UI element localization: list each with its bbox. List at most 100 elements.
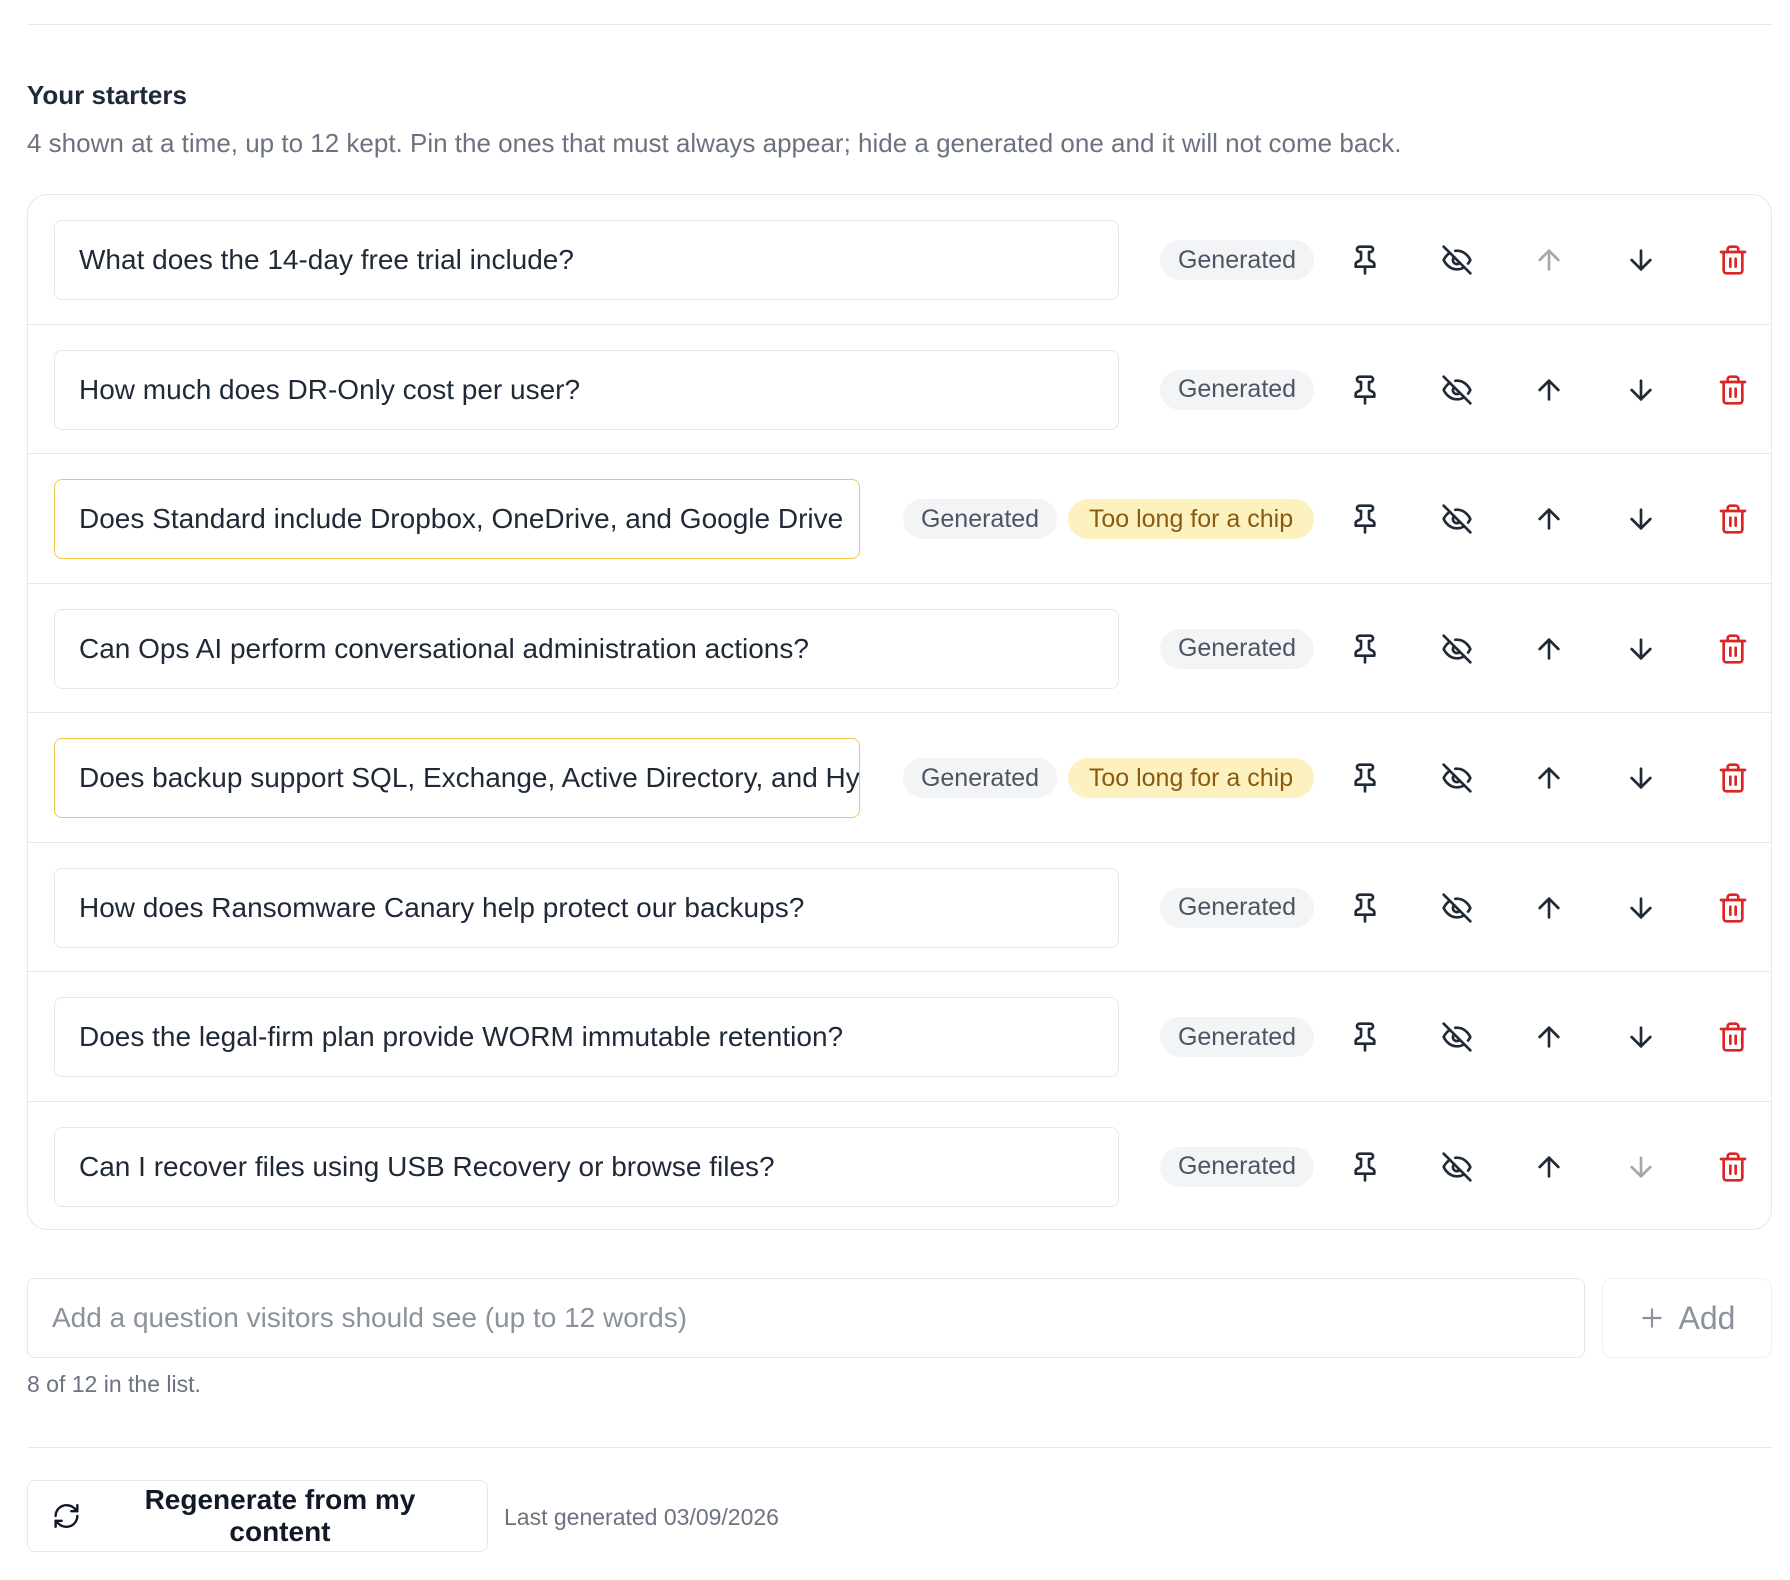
move-up-button[interactable] [1529,758,1569,798]
hide-button[interactable] [1437,758,1477,798]
hide-button[interactable] [1437,1017,1477,1057]
eye-off-icon [1442,374,1472,405]
refresh-icon [54,1503,79,1529]
generated-badge: Generated [1160,628,1314,669]
arrow-up-icon [1538,1155,1560,1178]
delete-button[interactable] [1713,888,1753,928]
move-down-button[interactable] [1621,370,1661,410]
starter-question-input[interactable]: How does Ransomware Canary help protect … [54,867,1119,948]
regenerate-label: Regenerate from my content [144,1484,416,1547]
pin-button[interactable] [1345,240,1385,280]
eye-off-icon [1442,763,1472,793]
move-up-button[interactable] [1529,499,1569,539]
starter-row: Can Ops AI perform conversational admini… [28,584,1771,713]
pin-icon [1354,1022,1376,1052]
move-up-button[interactable] [1529,629,1569,669]
move-up-button[interactable] [1529,370,1569,410]
arrow-down-icon [1630,378,1652,401]
move-down-button[interactable] [1621,629,1661,669]
move-down-button[interactable] [1621,888,1661,928]
last-generated-text: Last generated 03/09/2026 [504,1504,779,1530]
starter-list: What does the 14-day free trial include?… [27,194,1772,1230]
move-down-button[interactable] [1621,499,1661,539]
starter-question-input[interactable]: What does the 14-day free trial include? [54,220,1119,300]
too-long-warning-badge: Too long for a chip [1068,758,1314,798]
add-button-label: Add [1678,1299,1736,1336]
delete-button[interactable] [1713,629,1753,669]
starter-question-input[interactable]: Can Ops AI perform conversational admini… [54,608,1119,689]
delete-button[interactable] [1713,1017,1753,1057]
add-button[interactable]: Add [1602,1278,1772,1358]
starter-question-input[interactable]: Does the legal-firm plan provide WORM im… [54,997,1119,1077]
trash-icon [1719,374,1747,405]
move-up-button[interactable] [1529,888,1569,928]
pin-icon [1354,892,1376,923]
move-down-button[interactable] [1621,758,1661,798]
pin-icon [1354,245,1376,275]
trash-icon [1719,763,1747,793]
hide-button[interactable] [1437,888,1477,928]
plus-icon [1641,1308,1662,1328]
add-question-input[interactable] [27,1278,1585,1358]
regenerate-button[interactable]: Regenerate from my content [27,1480,488,1552]
delete-button[interactable] [1713,758,1753,798]
pin-button[interactable] [1345,629,1385,669]
generated-badge: Generated [1160,1017,1314,1057]
move-down-button[interactable] [1621,1147,1661,1187]
hide-button[interactable] [1437,499,1477,539]
top-divider [27,24,1772,25]
trash-icon [1719,1151,1747,1182]
hide-button[interactable] [1437,240,1477,280]
pin-button[interactable] [1345,1147,1385,1187]
trash-icon [1719,892,1747,923]
arrow-up-icon [1538,249,1560,271]
starter-row: Does Standard include Dropbox, OneDrive,… [28,454,1771,584]
eye-off-icon [1442,1022,1472,1052]
move-down-button[interactable] [1621,1017,1661,1057]
starter-question-input[interactable]: Does backup support SQL, Exchange, Activ… [54,738,860,818]
pin-button[interactable] [1345,370,1385,410]
hide-button[interactable] [1437,629,1477,669]
bottom-divider [27,1447,1772,1448]
delete-button[interactable] [1713,1147,1753,1187]
generated-badge: Generated [1160,887,1314,928]
arrow-up-icon [1538,508,1560,530]
arrow-up-icon [1538,1026,1560,1048]
eye-off-icon [1442,504,1472,534]
arrow-up-icon [1538,767,1560,789]
hide-button[interactable] [1437,370,1477,410]
eye-off-icon [1442,892,1472,923]
starter-question-input[interactable]: How much does DR-Only cost per user? [54,349,1119,430]
move-down-button[interactable] [1621,240,1661,280]
starter-row: Can I recover files using USB Recovery o… [28,1102,1771,1230]
pin-button[interactable] [1345,499,1385,539]
pin-button[interactable] [1345,758,1385,798]
section-description: 4 shown at a time, up to 12 kept. Pin th… [27,128,1402,158]
move-up-button[interactable] [1529,240,1569,280]
starter-question-input[interactable]: Does Standard include Dropbox, OneDrive,… [54,479,860,559]
pin-button[interactable] [1345,1017,1385,1057]
generated-badge: Generated [1160,1146,1314,1187]
delete-button[interactable] [1713,499,1753,539]
pin-icon [1354,1151,1376,1182]
section-title: Your starters [27,80,187,110]
pin-icon [1354,504,1376,534]
eye-off-icon [1442,633,1472,664]
arrow-down-icon [1630,249,1652,271]
arrow-down-icon [1630,508,1652,530]
delete-button[interactable] [1713,370,1753,410]
trash-icon [1719,245,1747,275]
move-up-button[interactable] [1529,1147,1569,1187]
starter-question-input[interactable]: Can I recover files using USB Recovery o… [54,1126,1119,1207]
trash-icon [1719,1022,1747,1052]
move-up-button[interactable] [1529,1017,1569,1057]
trash-icon [1719,633,1747,664]
pin-button[interactable] [1345,888,1385,928]
hide-button[interactable] [1437,1147,1477,1187]
delete-button[interactable] [1713,240,1753,280]
starter-row: Does the legal-firm plan provide WORM im… [28,972,1771,1102]
arrow-down-icon [1630,1155,1652,1178]
arrow-down-icon [1630,896,1652,919]
pin-icon [1354,374,1376,405]
generated-badge: Generated [903,758,1057,798]
